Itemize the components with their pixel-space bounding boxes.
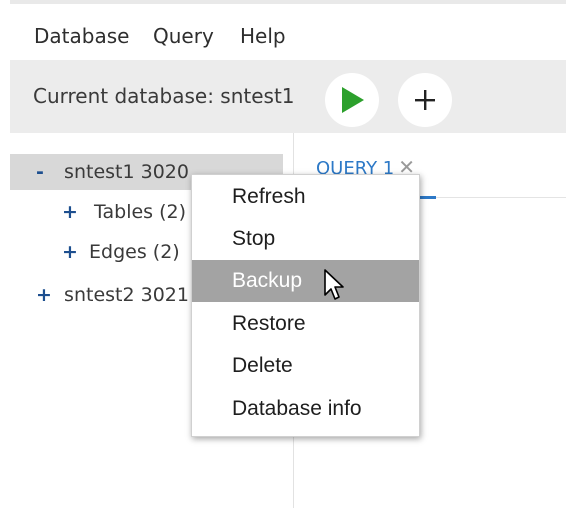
tree-node-sntest2[interactable]: + sntest2 3021 xyxy=(10,277,189,313)
expand-toggle[interactable]: + xyxy=(36,277,58,313)
menu-query[interactable]: Query xyxy=(153,24,214,48)
tree-node-label: Edges (2) xyxy=(89,241,180,263)
tree-node-label: sntest2 3021 xyxy=(64,284,189,306)
current-database-label: Current database: sntest1 xyxy=(33,84,295,108)
expand-toggle[interactable]: + xyxy=(62,194,88,230)
run-button[interactable] xyxy=(325,73,379,127)
context-menu-stop[interactable]: Stop xyxy=(192,218,419,260)
collapse-toggle[interactable]: - xyxy=(36,154,58,190)
context-menu: Refresh Stop Backup Restore Delete Datab… xyxy=(191,174,420,437)
menu-bar: Database Query Help xyxy=(10,4,566,60)
tree-node-tables[interactable]: + Tables (2) xyxy=(10,194,186,230)
menu-database[interactable]: Database xyxy=(34,24,129,48)
context-menu-delete[interactable]: Delete xyxy=(192,345,419,387)
plus-icon xyxy=(415,90,435,110)
tree-node-label: Tables (2) xyxy=(94,201,187,223)
toolbar: Current database: sntest1 xyxy=(10,60,566,133)
context-menu-refresh[interactable]: Refresh xyxy=(192,176,419,218)
expand-toggle[interactable]: + xyxy=(62,234,83,270)
play-icon xyxy=(342,87,364,113)
tree-node-edges[interactable]: + Edges (2) xyxy=(10,234,180,270)
context-menu-database-info[interactable]: Database info xyxy=(192,388,419,430)
menu-help[interactable]: Help xyxy=(240,24,286,48)
mouse-cursor-icon xyxy=(324,269,344,300)
context-menu-restore[interactable]: Restore xyxy=(192,303,419,345)
tree-node-label: sntest1 3020 xyxy=(64,161,189,183)
add-button[interactable] xyxy=(398,73,452,127)
context-menu-backup[interactable]: Backup xyxy=(192,260,419,302)
tabs-divider xyxy=(436,197,566,198)
